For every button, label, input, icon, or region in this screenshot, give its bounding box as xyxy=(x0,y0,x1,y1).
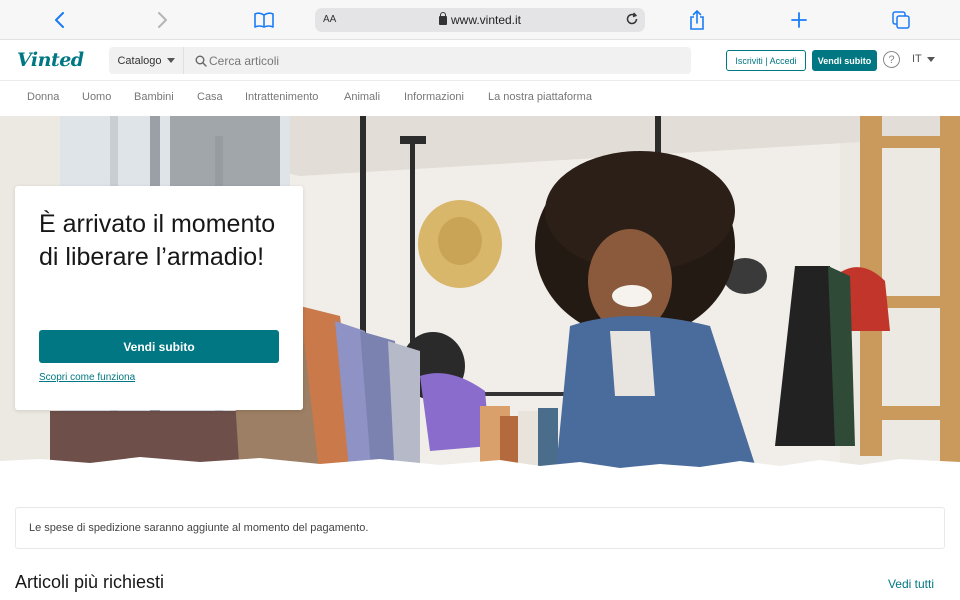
search-bar: Catalogo xyxy=(109,47,691,74)
shipping-info-text: Le spese di spedizione saranno aggiunte … xyxy=(29,522,369,534)
see-all-link[interactable]: Vedi tutti xyxy=(888,577,934,591)
browser-toolbar: AA www.vinted.it xyxy=(0,0,960,40)
nav-item-uomo[interactable]: Uomo xyxy=(82,91,111,103)
shipping-info-banner: Le spese di spedizione saranno aggiunte … xyxy=(15,507,945,549)
vinted-logo[interactable]: Vinted xyxy=(17,49,84,71)
lock-icon xyxy=(438,12,447,25)
hero-card: È arrivato il momento di liberare l’arma… xyxy=(15,186,303,410)
nav-item-animali[interactable]: Animali xyxy=(344,91,380,103)
nav-item-bambini[interactable]: Bambini xyxy=(134,91,174,103)
tabs-icon[interactable] xyxy=(889,8,913,32)
site-header: Vinted Catalogo Iscriviti | Accedi Vendi… xyxy=(0,40,960,81)
bookmarks-icon[interactable] xyxy=(252,8,276,32)
reload-icon[interactable] xyxy=(625,12,639,29)
share-icon[interactable] xyxy=(685,8,709,32)
search-icon xyxy=(195,54,207,72)
help-icon[interactable]: ? xyxy=(883,51,900,68)
nav-item-intrattenimento[interactable]: Intrattenimento xyxy=(245,91,318,103)
section-title: Articoli più richiesti xyxy=(15,572,165,592)
category-nav: Donna Uomo Bambini Casa Intrattenimento … xyxy=(0,81,960,116)
chevron-down-icon xyxy=(166,58,175,63)
search-input[interactable] xyxy=(209,47,679,74)
hero-banner: È arrivato il momento di liberare l’arma… xyxy=(0,116,960,480)
hero-title: È arrivato il momento di liberare l’arma… xyxy=(39,210,276,271)
nav-item-piattaforma[interactable]: La nostra piattaforma xyxy=(488,91,592,103)
catalog-label: Catalogo xyxy=(117,54,162,67)
language-selector[interactable]: IT xyxy=(912,53,935,65)
nav-item-informazioni[interactable]: Informazioni xyxy=(404,91,464,103)
nav-item-donna[interactable]: Donna xyxy=(27,91,59,103)
back-icon[interactable] xyxy=(48,8,72,32)
nav-item-casa[interactable]: Casa xyxy=(197,91,223,103)
sell-now-button[interactable]: Vendi subito xyxy=(812,50,877,71)
url-text: www.vinted.it xyxy=(450,13,522,27)
forward-icon[interactable] xyxy=(150,8,174,32)
how-it-works-link[interactable]: Scopri come funziona xyxy=(39,372,135,383)
address-bar[interactable]: AA www.vinted.it xyxy=(315,8,645,32)
catalog-dropdown[interactable]: Catalogo xyxy=(109,47,184,74)
signup-login-button[interactable]: Iscriviti | Accedi xyxy=(726,50,806,71)
hero-sell-button[interactable]: Vendi subito xyxy=(39,330,279,363)
new-tab-icon[interactable] xyxy=(787,8,811,32)
chevron-down-icon xyxy=(926,56,935,62)
language-label: IT xyxy=(912,53,922,65)
